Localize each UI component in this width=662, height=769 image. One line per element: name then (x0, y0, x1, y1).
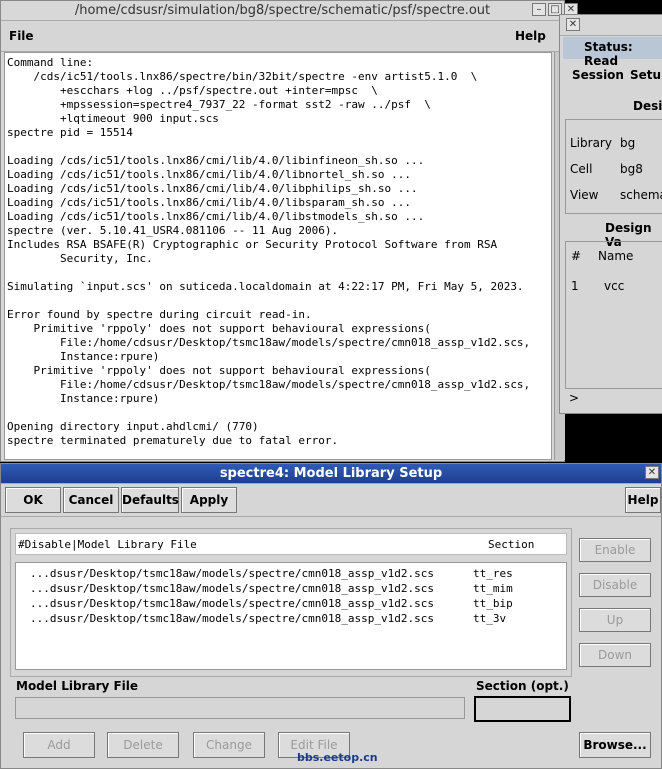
log-line: Loading /cds/ic51/tools.lnx86/cmi/lib/4.… (7, 168, 411, 181)
log-line: /cds/ic51/tools.lnx86/spectre/bin/32bit/… (33, 70, 478, 83)
log-line: +escchars +log ../psf/spectre.out +inter… (59, 84, 378, 97)
cell-label: Cell (570, 162, 593, 176)
delete-button[interactable]: Delete (107, 732, 179, 758)
model-list-frame: #Disable|Model Library File Section ...d… (10, 528, 572, 677)
close-icon[interactable]: ✕ (566, 18, 580, 31)
watermark: bbs.eetop.cn (297, 751, 378, 764)
defaults-button[interactable]: Defaults (121, 487, 179, 513)
log-line: Security, Inc. (59, 252, 153, 265)
section-label: Section (opt.) (476, 679, 569, 693)
spectre-log-window: /home/cdsusr/simulation/bg8/spectre/sche… (0, 0, 578, 462)
minimize-icon[interactable]: – (532, 3, 546, 16)
model-entry-file[interactable]: ...dsusr/Desktop/tsmc18aw/models/spectre… (30, 582, 434, 595)
log-line: Primitive 'rppoly' does not support beha… (33, 364, 431, 377)
model-library-file-input[interactable] (15, 697, 465, 719)
log-line: Loading /cds/ic51/tools.lnx86/cmi/lib/4.… (7, 196, 411, 209)
model-entry-section[interactable]: tt_3v (473, 612, 506, 625)
enable-button[interactable]: Enable (579, 538, 651, 562)
log-text: Command line: /cds/ic51/tools.lnx86/spec… (7, 56, 551, 448)
log-line: Instance:rpure) (59, 350, 160, 363)
view-label: View (570, 188, 599, 202)
status-prompt: > (569, 391, 580, 405)
log-line: Loading /cds/ic51/tools.lnx86/cmi/lib/4.… (7, 182, 418, 195)
log-line: Loading /cds/ic51/tools.lnx86/cmi/lib/4.… (7, 154, 425, 167)
apply-button[interactable]: Apply (181, 487, 237, 513)
model-entry-section[interactable]: tt_mim (473, 582, 513, 595)
log-window-titlebar[interactable]: /home/cdsusr/simulation/bg8/spectre/sche… (1, 1, 564, 21)
model-library-dialog: spectre4: Model Library Setup ✕ OK Cance… (0, 463, 662, 769)
model-library-file-label: Model Library File (16, 679, 139, 693)
cancel-button[interactable]: Cancel (63, 487, 119, 513)
change-button[interactable]: Change (193, 732, 265, 758)
log-line: +mpssession=spectre4_7937_22 -format sst… (59, 98, 431, 111)
model-entry-file[interactable]: ...dsusr/Desktop/tsmc18aw/models/spectre… (30, 612, 434, 625)
vars-row-num[interactable]: 1 (571, 279, 579, 293)
log-output: Command line: /cds/ic51/tools.lnx86/spec… (4, 52, 552, 460)
library-value: bg (620, 136, 636, 150)
section-input[interactable] (474, 696, 571, 722)
browse-button[interactable]: Browse... (579, 732, 651, 758)
log-line: Error found by spectre during circuit re… (7, 308, 312, 321)
status-window: ✕ Status: Read Session Setup Desig Libra… (559, 14, 662, 414)
model-library-title: spectre4: Model Library Setup (219, 466, 443, 481)
design-vars-table: # Name 1 vcc (565, 241, 662, 389)
add-button[interactable]: Add (23, 732, 95, 758)
log-line: Instance:rpure) (59, 392, 160, 405)
log-menubar: File Help (1, 21, 564, 52)
vars-col-name: Name (598, 249, 634, 263)
menu-session[interactable]: Session (572, 68, 624, 82)
log-line: +lqtimeout 900 input.scs (59, 112, 219, 125)
design-info-box: Library bg Cell bg8 View schema (565, 119, 662, 214)
log-line: Primitive 'rppoly' does not support beha… (33, 322, 431, 335)
model-entry-file[interactable]: ...dsusr/Desktop/tsmc18aw/models/spectre… (30, 567, 434, 580)
menu-help[interactable]: Help (515, 29, 546, 43)
help-button[interactable]: Help (625, 487, 661, 513)
model-list[interactable]: ...dsusr/Desktop/tsmc18aw/models/spectre… (15, 562, 567, 670)
disable-button[interactable]: Disable (579, 573, 651, 597)
status-titlebar[interactable]: ✕ (560, 15, 662, 36)
cell-value: bg8 (620, 162, 643, 176)
model-list-header: #Disable|Model Library File Section (15, 533, 567, 555)
model-entry-section[interactable]: tt_bip (473, 597, 513, 610)
log-line: Loading /cds/ic51/tools.lnx86/cmi/lib/4.… (7, 210, 425, 223)
log-line: File:/home/cdsusr/Desktop/tsmc18aw/model… (59, 336, 531, 349)
log-line: Command line: (7, 56, 94, 69)
log-line: Simulating `input.scs' on suticeda.local… (7, 280, 524, 293)
close-icon[interactable]: ✕ (645, 466, 659, 479)
model-library-titlebar[interactable]: spectre4: Model Library Setup (1, 464, 661, 484)
list-header-file: #Disable|Model Library File (18, 538, 197, 551)
log-line: spectre (ver. 5.10.41_USR4.081106 -- 11 … (7, 224, 339, 237)
list-header-section: Section (488, 538, 535, 551)
view-value: schema (620, 188, 662, 202)
library-label: Library (570, 136, 612, 150)
design-heading: Desig (633, 99, 662, 113)
ok-button[interactable]: OK (5, 487, 61, 513)
model-entry-section[interactable]: tt_res (473, 567, 513, 580)
menu-file[interactable]: File (9, 29, 34, 43)
model-entry-file[interactable]: ...dsusr/Desktop/tsmc18aw/models/spectre… (30, 597, 434, 610)
menu-setup[interactable]: Setup (630, 68, 662, 82)
up-button[interactable]: Up (579, 608, 651, 632)
dialog-toolbar: OK Cancel Defaults Apply Help (1, 484, 661, 517)
down-button[interactable]: Down (579, 643, 651, 667)
vars-row-name[interactable]: vcc (604, 279, 624, 293)
log-line: Includes RSA BSAFE(R) Cryptographic or S… (7, 238, 498, 251)
log-window-title: /home/cdsusr/simulation/bg8/spectre/sche… (74, 3, 491, 18)
log-line: spectre pid = 15514 (7, 126, 133, 139)
log-line: Opening directory input.ahdlcmi/ (770) (7, 420, 259, 433)
log-line: File:/home/cdsusr/Desktop/tsmc18aw/model… (59, 378, 531, 391)
log-line: spectre terminated prematurely due to fa… (7, 434, 339, 447)
status-title: Status: Read (584, 40, 633, 68)
status-header: Status: Read (563, 37, 662, 68)
vars-col-num: # (571, 249, 582, 263)
